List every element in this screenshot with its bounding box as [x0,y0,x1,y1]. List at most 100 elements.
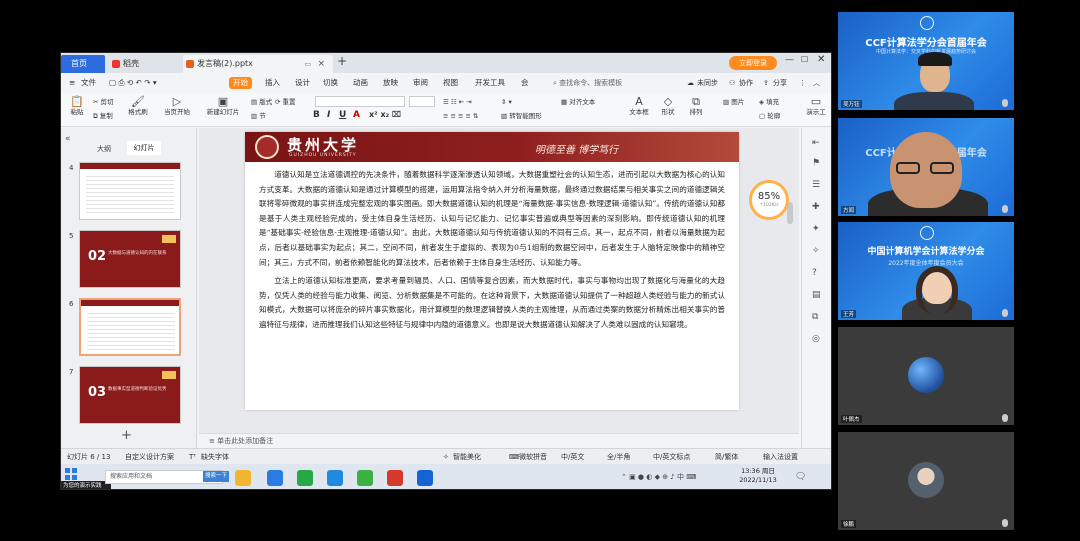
ime-settings[interactable]: 输入法设置 [763,449,798,465]
location-icon[interactable]: ◎ [812,334,820,344]
collapse-pane-icon[interactable]: « [65,134,71,144]
current-slide[interactable]: 贵州大学 GUIZHOU UNIVERSITY 明德至善 博学笃行 道德认知是立… [245,132,739,410]
adjust-icon[interactable]: ☰ [812,180,820,190]
fill-button[interactable]: ◈ 填充 [759,97,779,107]
tab-restore-icon[interactable]: ▭ [304,55,311,73]
collab-button[interactable]: 协作 [739,77,753,89]
slide-canvas[interactable]: 贵州大学 GUIZHOU UNIVERSITY 明德至善 博学笃行 道德认知是立… [199,128,799,433]
format-icon[interactable]: ⚑ [812,158,820,168]
tab-document[interactable]: 发言稿(2).pptx ▭ × [183,55,333,73]
slide-thumb-6[interactable] [79,298,181,356]
menu-file[interactable]: 文件 [81,77,96,89]
cloud-sync-icon[interactable]: ☁ [687,77,694,89]
tab-slides[interactable]: 幻灯片 [127,141,161,155]
menu-view[interactable]: 视图 [443,77,458,89]
participant-tile[interactable]: 叶佩杰 [838,327,1014,425]
menu-review[interactable]: 审阅 [413,77,428,89]
missing-font[interactable]: 缺失字体 [201,449,229,465]
reset-button[interactable]: ⟳ 重置 [275,97,296,107]
menu-devtools[interactable]: 开发工具 [475,77,505,89]
slide-thumb-5[interactable]: 02 大数据与道德认知的内在联系 [79,230,181,288]
close-window-icon[interactable]: ✕ [817,54,825,65]
taskbar-search-button[interactable]: 搜索一下 [203,471,229,482]
mic-icon[interactable] [1002,519,1008,527]
file-explorer-icon[interactable] [235,470,251,486]
wps-icon[interactable] [387,470,403,486]
notes-area[interactable]: ≡ 单击此处添加备注 [199,433,799,448]
wechat-icon[interactable] [357,470,373,486]
menu-transition[interactable]: 切换 [323,77,338,89]
italic-button[interactable]: I [327,110,330,120]
login-button[interactable]: 立即登录 [729,56,777,70]
maximize-icon[interactable]: ☐ [801,55,808,64]
text-direction-icon[interactable]: ⇕ ▾ [501,97,512,107]
outline-button[interactable]: ▢ 轮廓 [759,111,780,121]
help-icon[interactable]: ? [812,268,817,278]
tab-close-icon[interactable]: × [317,55,325,73]
menu-animation[interactable]: 动画 [353,77,368,89]
add-slide-icon[interactable]: + [121,428,132,443]
participant-tile[interactable]: CCF计算法学分会首届年会 中国计算法学：交叉学科的新发展趋势研讨会 吴万钰 [838,12,1014,110]
theme-name[interactable]: 自定义设计方案 [125,449,174,465]
animation-icon[interactable]: ✧ [812,246,820,256]
vertical-scrollbar[interactable] [787,132,793,422]
menu-design[interactable]: 设计 [295,77,310,89]
slide-thumb-7[interactable]: 03 数据事实型道德判断验证优势 [79,366,181,424]
ime-mode-icon[interactable]: ⌨ [509,449,519,465]
missing-font-icon[interactable]: Tᵀ [189,449,196,465]
shape-button[interactable]: ◇ 形状 [657,95,679,117]
slide-count[interactable]: 幻灯片 6 / 13 [67,449,110,465]
cut-button[interactable]: ✂ 剪切 [93,97,114,107]
backup-icon[interactable]: ⧉ [812,312,818,322]
shape-format-icon[interactable]: ✚ [812,202,820,212]
taskbar-clock[interactable]: 13:36 周日 2022/11/13 [733,467,783,485]
presenter-tools-button[interactable]: ▭ 演示工 [801,95,831,117]
beautify-icon[interactable]: ✧ [443,449,449,465]
menu-member[interactable]: 会 [521,77,529,89]
minimize-icon[interactable]: — [785,55,794,65]
command-search[interactable]: ⌕ 查找命令、搜索模板 [553,77,673,89]
quick-access-icons[interactable]: ▢ ⎙ ⟲ ↶ ↷ ▾ [109,77,157,89]
speed-widget[interactable]: 85% ↑102K/s [749,180,789,220]
layers-icon[interactable]: ▤ [812,290,821,300]
font-color-button[interactable]: A [353,110,360,120]
align-buttons[interactable]: ≡ ≡ ≡ ≡ ⇅ [443,111,479,121]
mic-icon[interactable] [1002,99,1008,107]
ime-trad[interactable]: 简/繁体 [715,449,738,465]
layout-button[interactable]: ▤ 版式 [251,97,272,107]
meeting-app-icon[interactable] [417,470,433,486]
font-name-select[interactable] [315,96,405,107]
ime-width[interactable]: 全/半角 [607,449,630,465]
app-green-icon[interactable] [297,470,313,486]
mic-icon[interactable] [1002,414,1008,422]
more-icon[interactable]: ⋮ [799,77,806,89]
tab-home[interactable]: 首页 [61,55,105,73]
list-buttons[interactable]: ☰ ☷ ⇤ ⇥ [443,97,472,107]
paste-button[interactable]: 📋 粘贴 [67,95,87,117]
notification-icon[interactable]: 🗨 [795,472,806,482]
play-from-current-button[interactable]: ▷ 当页开始 [159,95,195,117]
underline-button[interactable]: U [339,110,346,120]
sync-status[interactable]: 未同步 [697,77,718,89]
browser-icon[interactable] [267,470,283,486]
edge-icon[interactable] [327,470,343,486]
share-button[interactable]: 分享 [773,77,787,89]
textbox-button[interactable]: A 文本框 [627,95,651,117]
participant-tile[interactable]: 中国计算机学会计算法学分会 2022年度全体年度会员大会 王芳 [838,222,1014,320]
new-slide-button[interactable]: ▣ 新建幻灯片 [201,95,245,117]
text-align-button[interactable]: ▦ 对齐文本 [561,97,595,107]
picture-button[interactable]: ▨ 图片 [723,97,744,107]
menu-start[interactable]: 开始 [229,77,252,89]
slide-body-textbox[interactable]: 道德认知是立法道德调控的先决条件，随着数据科学逐渐渗透认知领域，大数据重塑社会的… [259,168,725,337]
slide-thumb-4[interactable] [79,162,181,220]
star-icon[interactable]: ✦ [812,224,820,234]
ime-punct[interactable]: 中/英文标点 [653,449,690,465]
collapse-ribbon-icon[interactable]: ︿ [813,77,820,89]
collab-icon[interactable]: ⚇ [729,77,735,89]
tray-icons[interactable]: ⌃ ▣ ● ◐ ◆ ⊕ ♪ 中 ⌨ [621,472,696,482]
menu-insert[interactable]: 插入 [265,77,280,89]
hamburger-icon[interactable]: ≡ [69,77,75,89]
mic-icon[interactable] [1002,309,1008,317]
new-tab-button[interactable]: + [337,54,347,68]
arrange-button[interactable]: ⧉ 排列 [685,95,707,117]
